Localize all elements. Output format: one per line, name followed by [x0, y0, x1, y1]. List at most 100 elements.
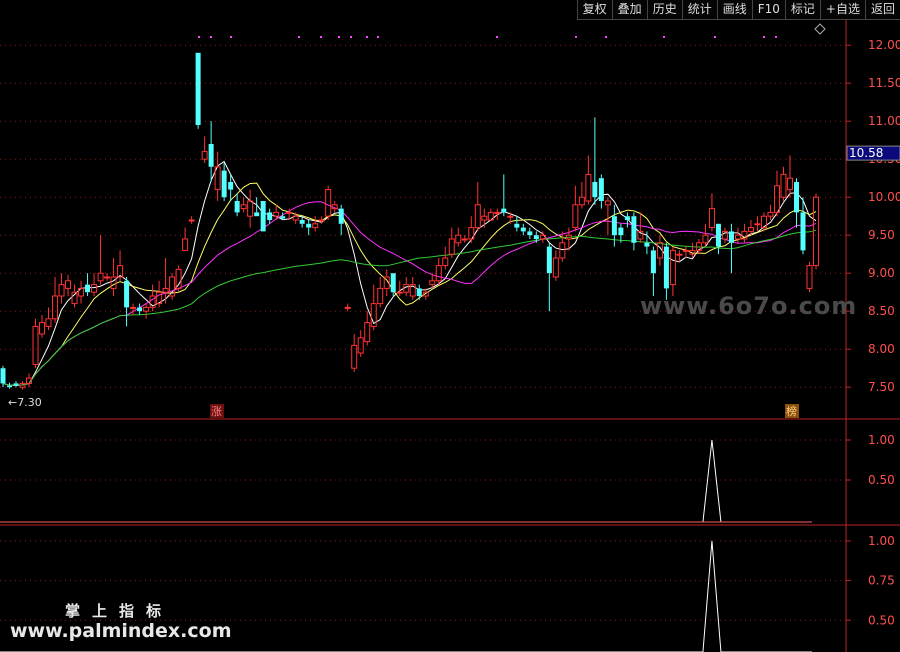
candle-body — [377, 287, 384, 305]
signal-dot — [210, 36, 212, 38]
candle-body — [267, 212, 273, 220]
candle-body — [663, 246, 669, 289]
candle-body — [559, 242, 566, 259]
candle-body — [312, 223, 319, 229]
candle-body — [461, 238, 468, 241]
candle-body — [182, 238, 189, 251]
brand-watermark-cn: 掌上指标 — [65, 602, 174, 620]
zhang-marker: 涨 — [211, 405, 222, 418]
candle-body — [234, 201, 240, 213]
candle-body — [780, 173, 787, 198]
low-price-label: ←7.30 — [8, 396, 42, 409]
candle-body — [501, 208, 507, 213]
candle-body — [650, 250, 656, 274]
candle-body — [708, 208, 715, 229]
candle-body — [533, 235, 539, 239]
candle-body — [13, 383, 19, 386]
candle-body — [624, 216, 630, 220]
candle-body — [175, 268, 182, 289]
y-tick-label: 1.00 — [868, 433, 895, 447]
candle-body — [137, 307, 143, 312]
candle-body — [507, 215, 514, 218]
candle-body — [286, 211, 293, 214]
candle-body — [514, 223, 520, 228]
signal-dot — [496, 36, 498, 38]
y-tick-label: 11.00 — [868, 114, 900, 128]
candle-body — [124, 280, 130, 308]
candle-body — [0, 368, 6, 384]
candle-body — [299, 220, 305, 224]
candle-body — [578, 196, 585, 206]
ghost-watermark: www.6o7o.com — [640, 292, 858, 320]
candle-body — [130, 306, 137, 309]
signal-dot — [320, 36, 322, 38]
candle-body — [110, 276, 117, 289]
candle-body — [631, 216, 637, 243]
y-tick-label: 0.50 — [868, 473, 895, 487]
candle-body — [7, 385, 13, 388]
y-tick-label: 9.00 — [868, 266, 895, 280]
candle-body — [592, 182, 598, 198]
candle-body — [52, 295, 59, 320]
candle-body — [318, 219, 325, 222]
moving-average-line — [2, 160, 817, 386]
y-tick-label: 0.75 — [868, 574, 895, 588]
candle-body — [429, 280, 436, 286]
stock-chart: 12.0011.5011.0010.5010.009.509.008.508.0… — [0, 20, 900, 652]
y-tick-label: 10.00 — [868, 190, 900, 204]
signal-dot — [350, 36, 352, 38]
y-tick-label: 11.50 — [868, 76, 900, 90]
candle-body — [644, 242, 650, 247]
candle-body — [611, 216, 617, 236]
candle-body — [702, 234, 709, 244]
candle-body — [813, 196, 819, 267]
y-tick-label: 8.50 — [868, 304, 895, 318]
candle-body — [546, 246, 552, 274]
candle-body — [416, 288, 422, 296]
signal-dot — [338, 36, 340, 38]
candle-body — [390, 273, 396, 293]
candle-body — [208, 144, 214, 167]
candle-body — [747, 227, 754, 232]
candle-body — [494, 211, 501, 214]
signal-dot — [775, 36, 777, 38]
candle-body — [481, 215, 488, 221]
candle-body — [65, 280, 72, 289]
signal-dot — [575, 36, 577, 38]
candle-body — [91, 284, 98, 293]
candle-body — [728, 231, 734, 243]
signal-dot — [366, 36, 368, 38]
candle-body — [338, 208, 344, 224]
indicator-line — [0, 439, 812, 523]
signal-dot — [605, 36, 607, 38]
candle-body — [240, 204, 247, 210]
candle-body — [162, 287, 169, 293]
candle-body — [669, 249, 676, 286]
y-tick-label: 9.50 — [868, 228, 895, 242]
candle-body — [396, 291, 403, 294]
candle-body — [793, 182, 799, 213]
signal-dot — [663, 36, 665, 38]
candle-body — [448, 238, 455, 255]
candle-body — [39, 322, 46, 335]
candle-body — [572, 204, 579, 229]
candle-body — [221, 170, 227, 198]
candle-body — [715, 223, 721, 247]
candle-body — [442, 257, 449, 267]
diamond-icon — [814, 23, 826, 35]
brand-watermark-url: www.palmindex.com — [10, 620, 232, 642]
candle-body — [364, 322, 371, 343]
candle-body — [676, 253, 683, 256]
candle-body — [228, 182, 234, 190]
candle-body — [143, 306, 150, 312]
candle-body — [357, 337, 364, 354]
candle-body — [618, 227, 624, 236]
candle-body — [247, 200, 254, 217]
candle-body — [32, 325, 39, 365]
candle-body — [260, 201, 266, 232]
signal-dot — [230, 36, 232, 38]
current-price-label: 10.58 — [849, 146, 883, 160]
candle-body — [254, 212, 260, 217]
candle-body — [682, 249, 689, 252]
candle-body — [800, 212, 806, 251]
